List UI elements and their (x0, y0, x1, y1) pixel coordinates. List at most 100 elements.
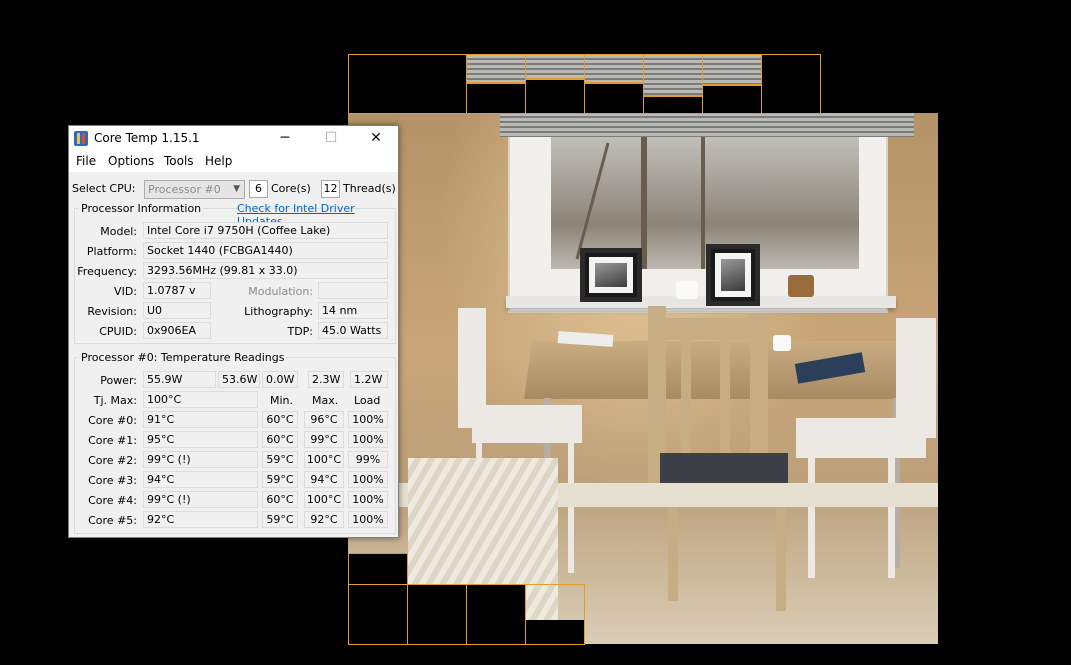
threads-label: Thread(s) (343, 182, 396, 195)
tdp-value: 45.0 Watts (318, 322, 388, 339)
platform-label: Platform: (86, 245, 137, 258)
core-min: 60°C (262, 491, 298, 508)
tree-branch (575, 142, 610, 260)
core-load: 100% (348, 431, 388, 448)
core-max: 100°C (304, 491, 344, 508)
window-sill (506, 296, 896, 308)
photo-frame (580, 248, 642, 302)
wood-chair-leg (668, 501, 678, 601)
title-bar[interactable]: Core Temp 1.15.1 ─ ☐ ✕ (69, 126, 398, 152)
cpu-select-value: Processor #0 (148, 183, 221, 196)
render-tile (643, 96, 703, 114)
lithography-value: 14 nm (318, 302, 388, 319)
cpu-select[interactable]: Processor #0 ▼ (144, 180, 245, 199)
core-temp-app-icon (74, 131, 88, 146)
core-min: 59°C (262, 471, 298, 488)
wood-chair-leg (776, 501, 786, 611)
render-tile (643, 54, 703, 96)
core-max: 94°C (304, 471, 344, 488)
tdp-label: TDP: (287, 325, 313, 338)
chair-seat (472, 405, 582, 443)
revision-value: U0 (143, 302, 211, 319)
core-load: 100% (348, 491, 388, 508)
power-dram: 2.3W (308, 371, 344, 388)
power-uncore: 0.0W (262, 371, 298, 388)
model-label: Model: (100, 225, 137, 238)
core-label: Core #1: (88, 434, 137, 447)
core-load: 100% (348, 471, 388, 488)
small-frames (788, 275, 814, 297)
chair-leg (888, 458, 895, 578)
core-label: Core #3: (88, 474, 137, 487)
wood-chair-slat (720, 340, 730, 460)
col-load-header: Load (354, 394, 381, 407)
render-tile (584, 54, 644, 83)
vid-value: 1.0787 v (143, 282, 211, 299)
menu-tools[interactable]: Tools (164, 154, 194, 168)
render-tile (584, 83, 644, 114)
render-tile (525, 79, 585, 114)
processor-info-title: Processor Information (79, 202, 204, 215)
render-tile (348, 584, 408, 645)
window-blind (500, 113, 914, 137)
render-tile (348, 54, 467, 114)
core-temp: 99°C (!) (143, 451, 258, 468)
core-load: 99% (348, 451, 388, 468)
glass-jar (676, 281, 698, 299)
core-min: 60°C (262, 411, 298, 428)
power-package: 55.9W (143, 371, 216, 388)
modulation-label: Modulation: (248, 285, 313, 298)
cpuid-value: 0x906EA (143, 322, 211, 339)
revision-label: Revision: (87, 305, 137, 318)
core-min: 59°C (262, 511, 298, 528)
core-label: Core #0: (88, 414, 137, 427)
core-min: 60°C (262, 431, 298, 448)
cores-label: Core(s) (271, 182, 311, 195)
col-min-header: Min. (270, 394, 294, 407)
core-max: 92°C (304, 511, 344, 528)
vid-label: VID: (114, 285, 137, 298)
core-label: Core #5: (88, 514, 137, 527)
model-value: Intel Core i7 9750H (Coffee Lake) (143, 222, 388, 239)
render-tile (526, 620, 584, 644)
menu-file[interactable]: File (76, 154, 96, 168)
render-tile (702, 85, 762, 114)
menu-help[interactable]: Help (205, 154, 232, 168)
close-button[interactable]: ✕ (353, 126, 399, 152)
core-temp: 99°C (!) (143, 491, 258, 508)
power-cores: 53.6W (218, 371, 260, 388)
photo-frame (706, 244, 760, 306)
core-temp: 95°C (143, 431, 258, 448)
power-gpu: 1.2W (350, 371, 388, 388)
core-temp: 94°C (143, 471, 258, 488)
window-title: Core Temp 1.15.1 (94, 131, 200, 145)
tree-trunk (701, 121, 705, 269)
render-tile (525, 54, 585, 79)
core-temp: 91°C (143, 411, 258, 428)
render-tile (761, 54, 821, 114)
cores-count: 6 (249, 180, 268, 198)
chair-seat (796, 418, 926, 458)
minimize-button[interactable]: ─ (262, 126, 308, 152)
cpuid-label: CPUID: (99, 325, 137, 338)
menu-options[interactable]: Options (108, 154, 154, 168)
render-tile (466, 83, 526, 114)
render-tile (466, 54, 526, 83)
core-min: 59°C (262, 451, 298, 468)
render-image (348, 113, 938, 644)
core-temp: 92°C (143, 511, 258, 528)
core-label: Core #4: (88, 494, 137, 507)
core-max: 96°C (304, 411, 344, 428)
render-tile (348, 553, 408, 585)
frequency-value: 3293.56MHz (99.81 x 33.0) (143, 262, 388, 279)
temperature-title: Processor #0: Temperature Readings (79, 351, 287, 364)
select-cpu-label: Select CPU: (72, 182, 136, 195)
chair-leg (568, 443, 574, 573)
core-max: 100°C (304, 451, 344, 468)
wood-chair-slat (681, 340, 691, 460)
threads-count: 12 (321, 180, 340, 198)
render-tile (702, 54, 762, 85)
maximize-button[interactable]: ☐ (308, 126, 354, 152)
core-load: 100% (348, 411, 388, 428)
mug (773, 335, 791, 351)
